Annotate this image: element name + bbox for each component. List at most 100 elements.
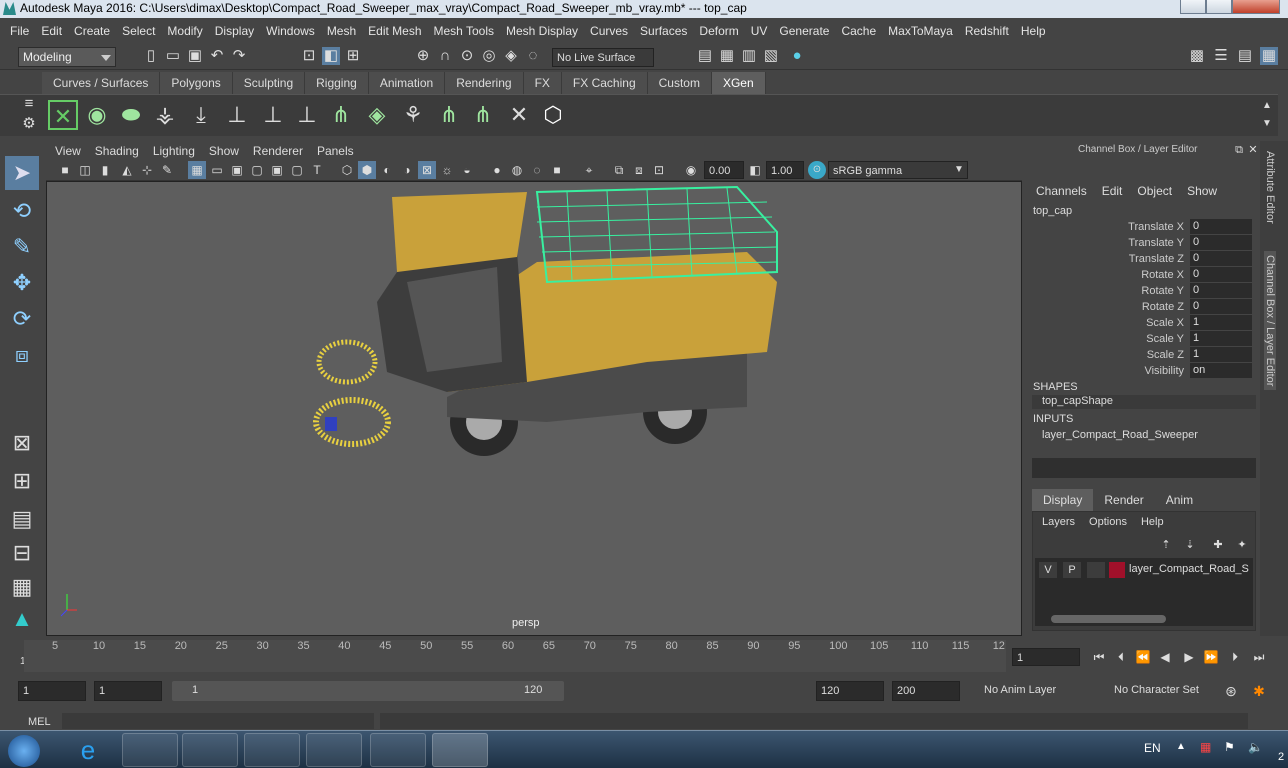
xgen-delete-icon[interactable]: ✕	[504, 100, 534, 130]
menu-cache[interactable]: Cache	[835, 24, 882, 38]
resolution-gate-icon[interactable]: ▣	[228, 161, 246, 179]
input-item[interactable]: layer_Compact_Road_Sweeper	[1042, 429, 1198, 441]
default-material-icon[interactable]: ◐	[378, 161, 396, 179]
new-layer-selected-icon[interactable]: ✦	[1233, 536, 1251, 554]
time-slider[interactable]: 1 5 10 15 20 25 30 35 40 45 50 55 60 65 70 75 80 85 90 95 1…	[0, 638, 1288, 676]
channel-box-tab[interactable]: Channel Box / Layer Editor	[1264, 251, 1276, 391]
xgen-leaf-icon[interactable]: ⬬	[116, 100, 146, 130]
scale-tool-icon[interactable]: ⧈	[5, 338, 39, 372]
snap-grid-icon[interactable]: ⊕	[414, 47, 432, 65]
four-pane-layout-icon[interactable]: ⊞	[5, 464, 39, 498]
gamma-field[interactable]: 1.00	[766, 161, 804, 179]
channel-box-toggle-icon[interactable]: ▦	[1260, 47, 1278, 65]
close-button[interactable]	[1232, 0, 1280, 14]
move-tool-icon[interactable]: ✥	[5, 266, 39, 300]
layer-color-swatch[interactable]	[1109, 562, 1125, 578]
shelf-menu-icon[interactable]: ≡	[20, 95, 38, 113]
vp-menu-lighting[interactable]: Lighting	[146, 144, 202, 158]
snap-surface-icon[interactable]: ◈	[502, 47, 520, 65]
shelf-tab-fx-caching[interactable]: FX Caching	[561, 72, 648, 94]
vp-menu-show[interactable]: Show	[202, 144, 246, 158]
xray-icon[interactable]: ⧉	[610, 161, 628, 179]
shelf-tab-rendering[interactable]: Rendering	[445, 72, 524, 94]
select-object-icon[interactable]: ◧	[322, 47, 340, 65]
redo-icon[interactable]: ↷	[230, 47, 248, 65]
shelf-scroll-down-icon[interactable]: ▼	[1258, 115, 1276, 133]
layer-name[interactable]: layer_Compact_Road_Sw	[1129, 563, 1249, 575]
xgen-sculpt-icon[interactable]: ⚘	[398, 100, 428, 130]
layer-tab-render[interactable]: Render	[1093, 489, 1154, 511]
xgen-preview-icon[interactable]: ◉	[82, 100, 112, 130]
shelf-tab-fx[interactable]: FX	[523, 72, 562, 94]
minimize-button[interactable]	[1180, 0, 1206, 14]
colorspace-dropdown[interactable]: sRGB gamma	[828, 161, 968, 179]
paint-select-tool-icon[interactable]: ✎	[5, 230, 39, 264]
auto-key-icon[interactable]: ⊛	[1222, 682, 1240, 700]
menu-generate[interactable]: Generate	[773, 24, 835, 38]
maya-home-icon[interactable]: ▲	[5, 602, 39, 636]
menu-deform[interactable]: Deform	[693, 24, 744, 38]
character-set-dropdown[interactable]: No Character Set	[1114, 684, 1199, 696]
vp-menu-view[interactable]: View	[48, 144, 88, 158]
start-button[interactable]	[8, 735, 40, 767]
lights-icon[interactable]: ☼	[438, 161, 456, 179]
make-live-icon[interactable]: ◌	[524, 47, 542, 65]
shelf-tab-sculpting[interactable]: Sculpting	[232, 72, 306, 94]
channel-row[interactable]: Rotate X0	[1124, 267, 1254, 283]
open-scene-icon[interactable]: ▭	[164, 47, 182, 65]
channel-row[interactable]: Translate Z0	[1124, 251, 1254, 267]
cb-menu-channels[interactable]: Channels	[1036, 184, 1087, 198]
layer-scrollbar[interactable]	[1041, 614, 1251, 624]
grease-pencil-icon[interactable]: ✎	[158, 161, 176, 179]
xgen-editor-icon[interactable]: ✕	[48, 100, 78, 130]
xgen-brush-icon[interactable]: ⋔	[468, 100, 498, 130]
hypershade-icon[interactable]: ●	[788, 47, 806, 65]
play-forward-icon[interactable]: ▶	[1180, 648, 1198, 666]
gate-mask-icon[interactable]: ▢	[248, 161, 266, 179]
menu-mesh-display[interactable]: Mesh Display	[500, 24, 584, 38]
xgen-guide-visibility-icon[interactable]: ⊥	[258, 100, 288, 130]
rotate-tool-icon[interactable]: ⟳	[5, 302, 39, 336]
new-scene-icon[interactable]: ▯	[142, 47, 160, 65]
colorspace-chevron-icon[interactable]: ▼	[950, 161, 968, 179]
step-forward-frame-icon[interactable]: ⏵	[1226, 648, 1244, 666]
menu-select[interactable]: Select	[116, 24, 161, 38]
menu-maxtomaya[interactable]: MaxToMaya	[882, 24, 959, 38]
new-layer-icon[interactable]: ✚	[1209, 536, 1227, 554]
attribute-editor-toggle-icon[interactable]: ☰	[1212, 47, 1230, 65]
shelf-scroll-up-icon[interactable]: ▲	[1258, 97, 1276, 115]
channel-row[interactable]: Scale Z1	[1124, 347, 1254, 363]
channel-row[interactable]: Rotate Z0	[1124, 299, 1254, 315]
menu-surfaces[interactable]: Surfaces	[634, 24, 693, 38]
smooth-shade-icon[interactable]: ⬢	[358, 161, 376, 179]
3d-viewport[interactable]: persp	[46, 181, 1022, 636]
play-backward-icon[interactable]: ◀	[1156, 648, 1174, 666]
camera-icon[interactable]: ■	[56, 161, 74, 179]
layer-menu-help[interactable]: Help	[1141, 516, 1164, 528]
bookmark-icon[interactable]: ▮	[96, 161, 114, 179]
maya-taskbar-icon[interactable]	[432, 733, 488, 767]
menu-mesh[interactable]: Mesh	[321, 24, 362, 38]
current-time-field[interactable]: 1	[1012, 648, 1080, 666]
explorer-icon[interactable]	[122, 733, 178, 767]
layer-visibility-toggle[interactable]: V	[1039, 562, 1057, 578]
shelf-tab-custom[interactable]: Custom	[647, 72, 712, 94]
language-indicator[interactable]: EN	[1144, 741, 1161, 755]
select-component-icon[interactable]: ⊞	[344, 47, 362, 65]
exposure-icon[interactable]: ◉	[682, 161, 700, 179]
ie-icon[interactable]: e	[60, 733, 116, 767]
layer-menu-options[interactable]: Options	[1089, 516, 1127, 528]
motion-blur-icon[interactable]: ◍	[508, 161, 526, 179]
maximize-button[interactable]	[1206, 0, 1232, 14]
modeling-toolkit-icon[interactable]: ▩	[1188, 47, 1206, 65]
range-bar[interactable]: 1 120	[172, 681, 564, 701]
step-back-key-icon[interactable]: ⏪	[1134, 648, 1152, 666]
snap-curve-icon[interactable]: ∩	[436, 47, 454, 65]
anim-end-field[interactable]: 200	[892, 681, 960, 701]
menu-file[interactable]: File	[4, 24, 35, 38]
single-pane-layout-icon[interactable]: ⊠	[5, 426, 39, 460]
menu-curves[interactable]: Curves	[584, 24, 634, 38]
ipr-render-icon[interactable]: ▥	[740, 47, 758, 65]
splitter[interactable]	[1032, 458, 1256, 478]
timeline-ruler[interactable]: 5 10 15 20 25 30 35 40 45 50 55 60 65 70 75 80 85 90 95 100…	[24, 640, 1006, 672]
